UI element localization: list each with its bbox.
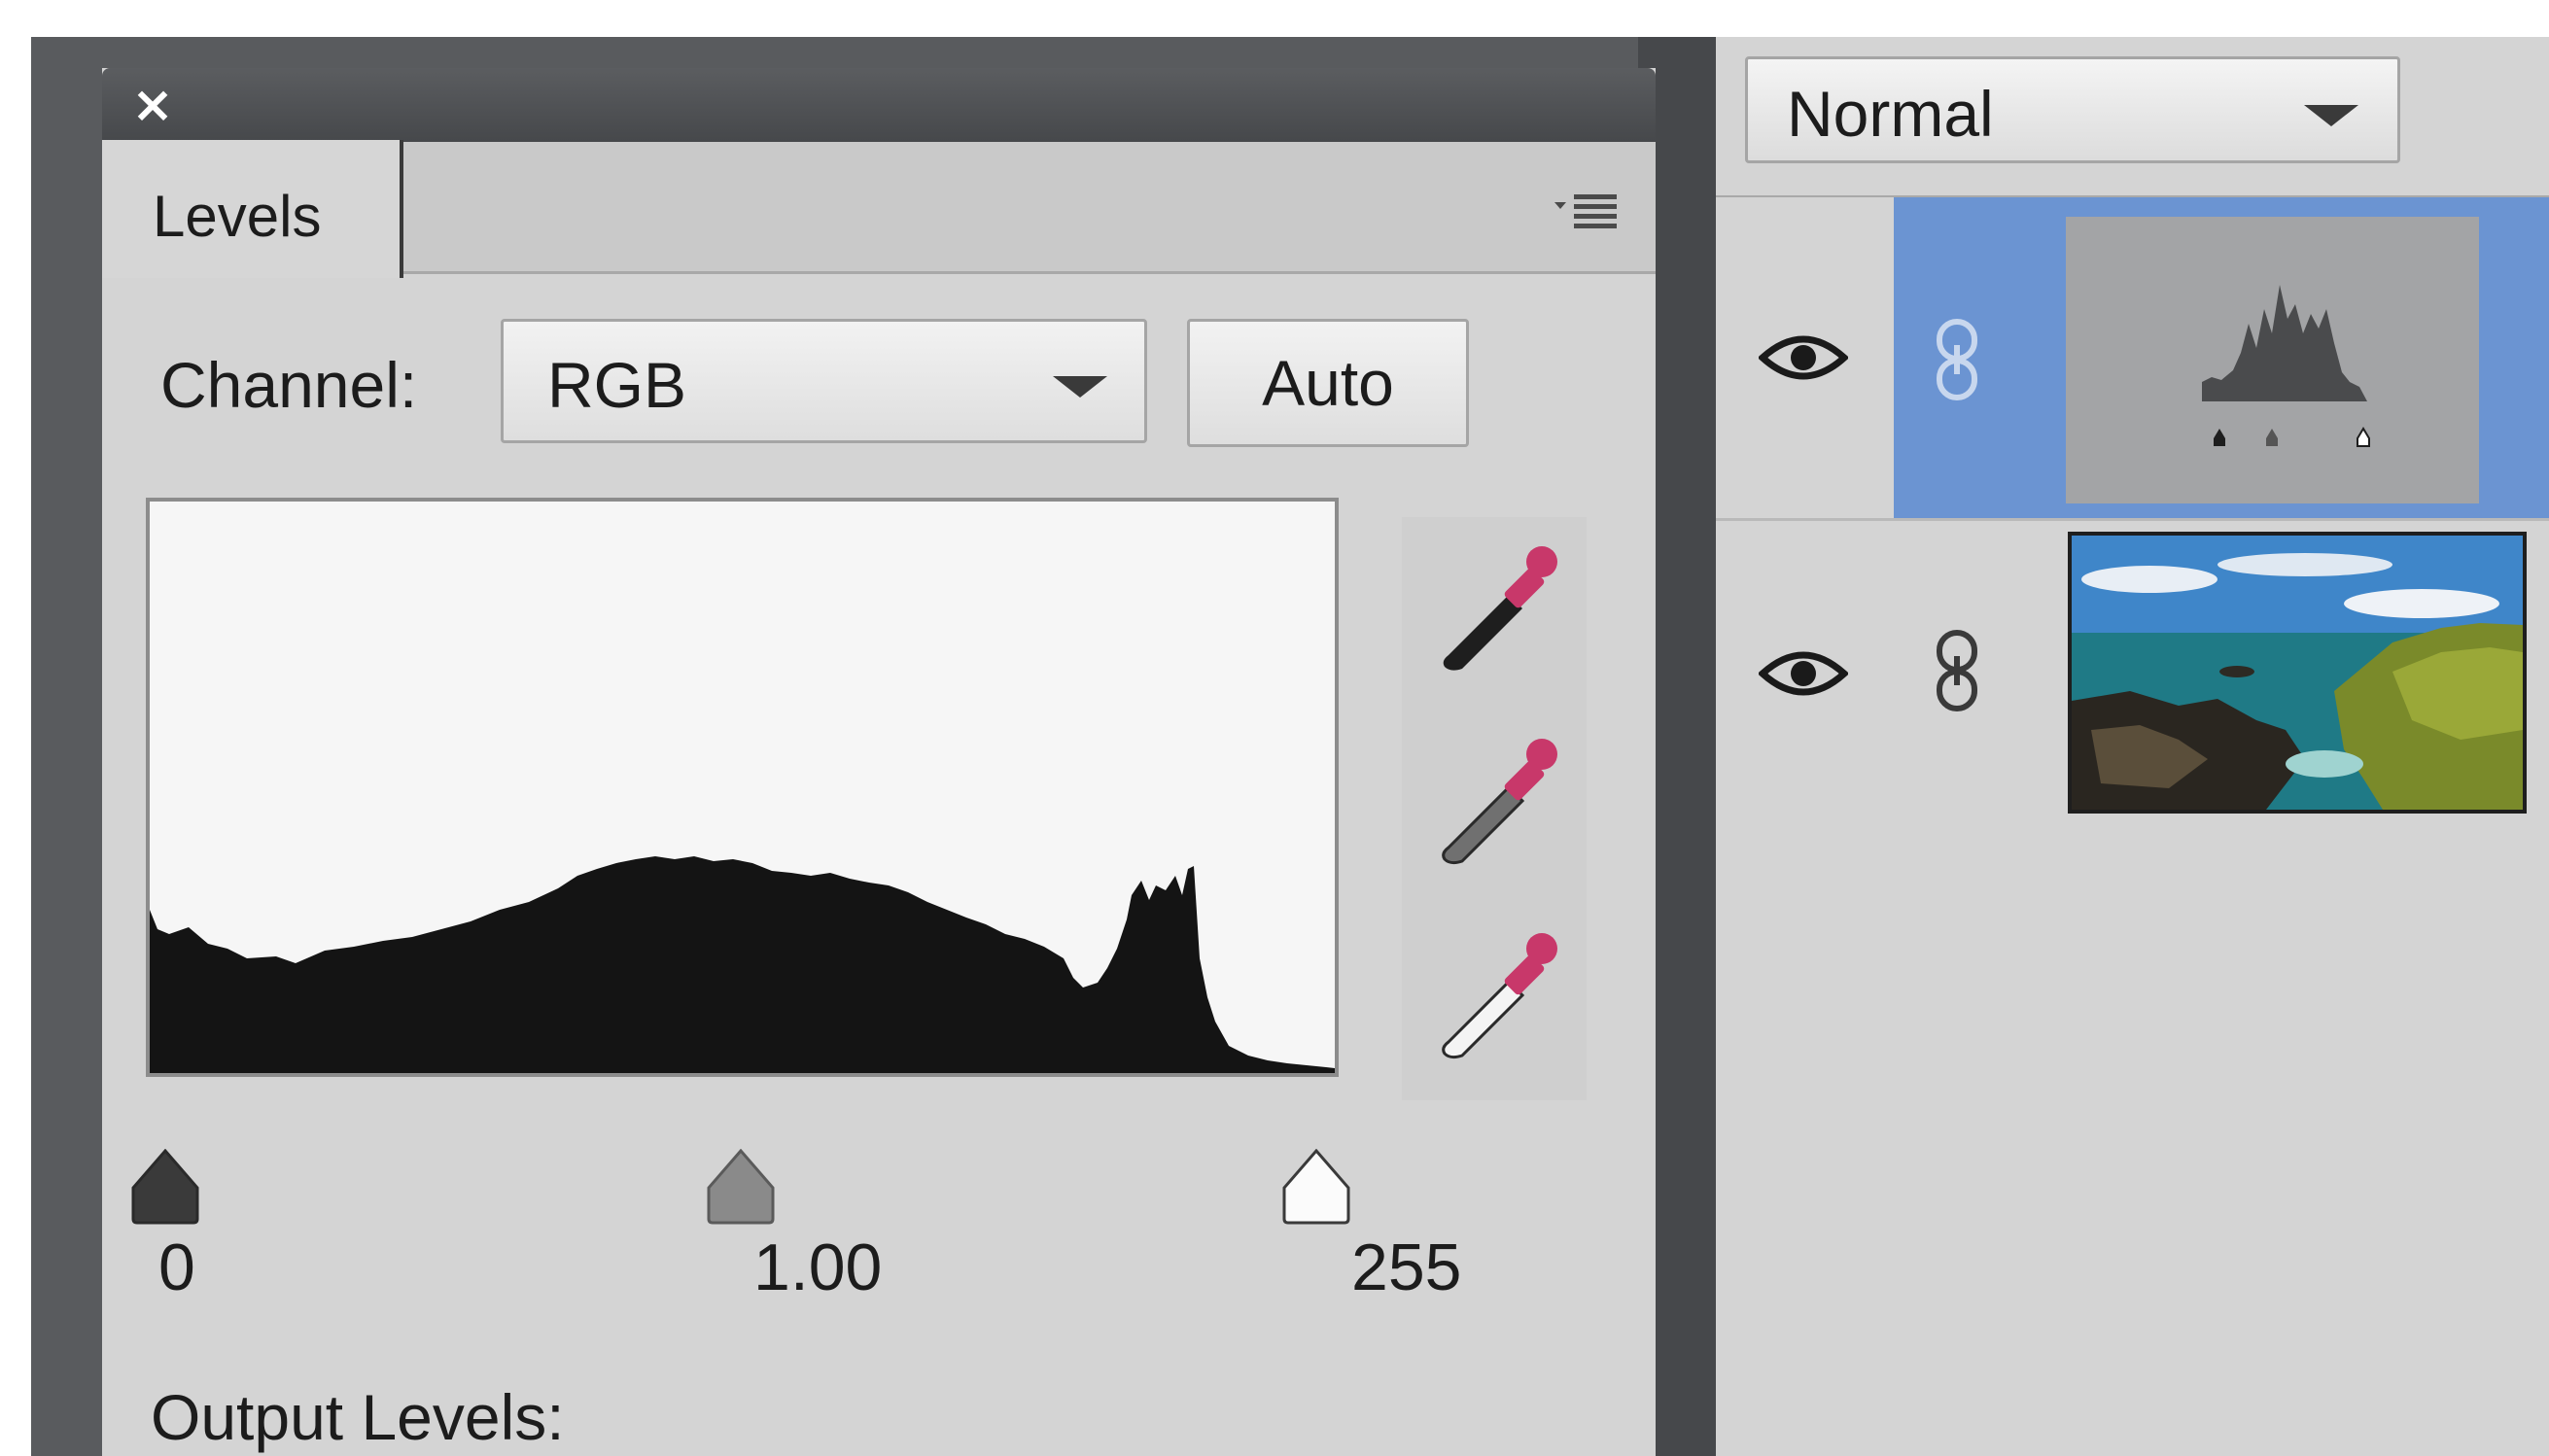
layer-row-background-photo[interactable] <box>1716 520 2549 855</box>
chevron-down-icon <box>2304 105 2358 126</box>
black-point-handle[interactable] <box>129 1149 201 1225</box>
auto-button[interactable]: Auto <box>1187 319 1469 447</box>
layers-panel: Normal <box>1716 37 2549 1456</box>
histogram <box>146 498 1339 1077</box>
histogram-shape <box>150 856 1335 1073</box>
close-icon[interactable]: × <box>129 80 176 130</box>
coastline-photo-thumbnail <box>2068 532 2527 814</box>
eye-icon[interactable] <box>1759 644 1848 703</box>
link-icon[interactable] <box>1930 316 1984 403</box>
blend-mode-select[interactable]: Normal <box>1745 56 2400 163</box>
input-black-value[interactable]: 0 <box>158 1230 195 1305</box>
panel-menu-icon[interactable] <box>1549 183 1626 241</box>
levels-panel: × Levels Channel: RGB Auto 0 1.00 255 Ou… <box>102 68 1656 1456</box>
eyedropper-gray-icon[interactable] <box>1421 729 1567 875</box>
white-point-handle[interactable] <box>1280 1149 1352 1225</box>
eye-icon[interactable] <box>1759 329 1848 387</box>
eyedropper-white-icon[interactable] <box>1421 923 1567 1069</box>
eyedropper-toolbar <box>1402 517 1587 1100</box>
channel-select[interactable]: RGB <box>501 319 1147 443</box>
panel-titlebar: × <box>102 68 1656 142</box>
blend-mode-value: Normal <box>1787 78 1994 150</box>
input-white-value[interactable]: 255 <box>1351 1230 1461 1305</box>
output-levels-label: Output Levels: <box>151 1381 565 1453</box>
eyedropper-black-icon[interactable] <box>1421 537 1567 682</box>
input-gamma-value[interactable]: 1.00 <box>753 1230 882 1305</box>
link-icon[interactable] <box>1930 627 1984 714</box>
midtone-handle[interactable] <box>705 1149 777 1225</box>
levels-adjustment-thumbnail <box>2066 217 2479 503</box>
channel-value: RGB <box>547 349 687 421</box>
tab-levels-label: Levels <box>153 184 322 249</box>
chevron-down-icon <box>1053 376 1107 398</box>
channel-label: Channel: <box>160 349 418 421</box>
layer-row-levels-adjustment[interactable] <box>1716 197 2549 518</box>
input-levels-slider <box>102 1089 1366 1225</box>
